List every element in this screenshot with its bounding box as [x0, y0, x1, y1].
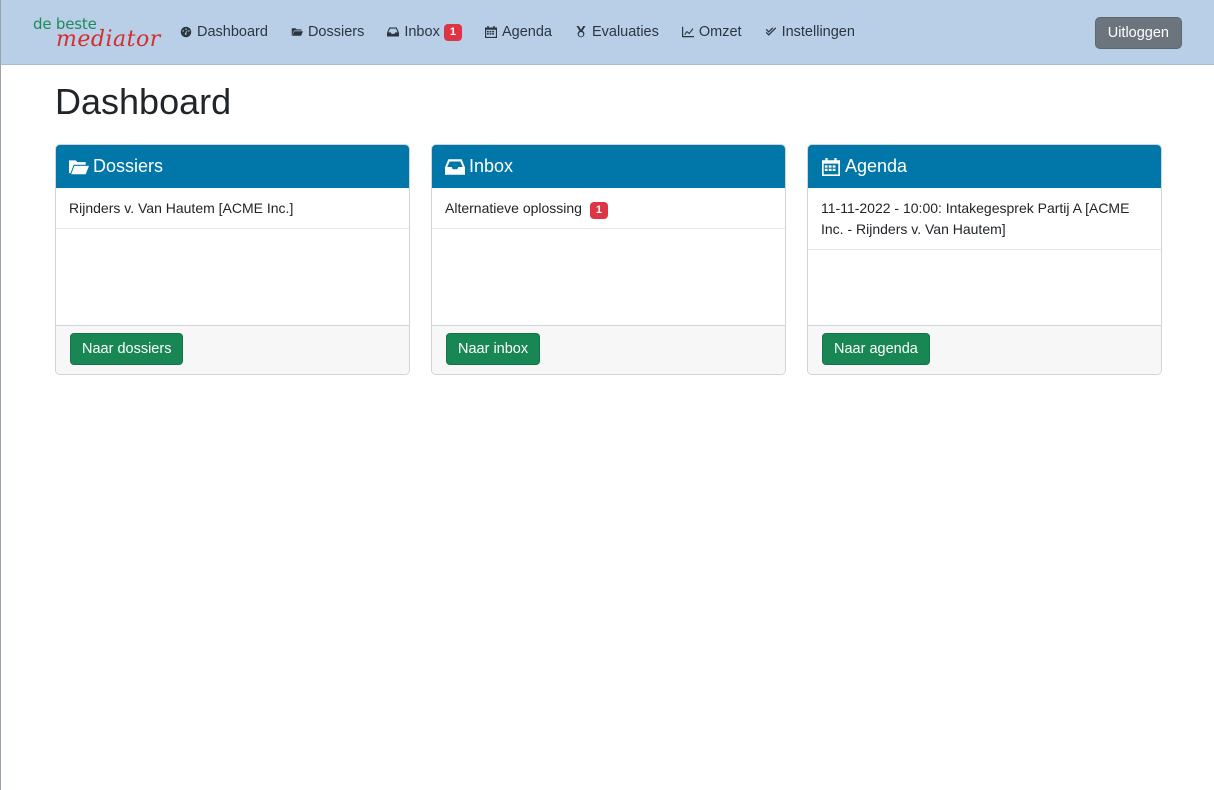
- agenda-list-item[interactable]: 11-11-2022 - 10:00: Intakegesprek Partij…: [808, 188, 1161, 250]
- inbox-card-header: Inbox: [432, 145, 785, 188]
- nav-agenda-label: Agenda: [501, 24, 552, 40]
- nav-dashboard-label: Dashboard: [197, 24, 268, 40]
- inbox-item-unread-badge: 1: [589, 202, 608, 219]
- dossiers-card-header: Dossiers: [56, 145, 409, 188]
- inbox-item-subject: Alternatieve oplossing: [445, 200, 582, 216]
- nav-dossiers[interactable]: Dossiers: [291, 24, 364, 40]
- nav-instellingen[interactable]: Instellingen: [765, 24, 855, 40]
- inbox-card: Inbox Alternatieve oplossing 1 Naar inbo…: [431, 144, 786, 375]
- inbox-list: Alternatieve oplossing 1: [432, 188, 785, 326]
- folder-open-icon: [291, 28, 303, 36]
- check-double-icon: [765, 27, 776, 36]
- inbox-icon: [445, 158, 465, 175]
- folder-open-icon: [69, 159, 89, 174]
- dossiers-card-title: Dossiers: [93, 156, 164, 176]
- nav-dossiers-label: Dossiers: [307, 24, 365, 40]
- inbox-list-item[interactable]: Alternatieve oplossing 1: [432, 188, 785, 229]
- calendar-icon: [822, 157, 840, 176]
- gauge-icon: [180, 26, 192, 38]
- nav-omzet-label: Omzet: [698, 24, 742, 40]
- agenda-card: Agenda 11-11-2022 - 10:00: Intakegesprek…: [807, 144, 1162, 375]
- to-dossiers-button[interactable]: Naar dossiers: [70, 333, 184, 365]
- agenda-card-title: Agenda: [845, 156, 908, 176]
- page-title: Dashboard: [55, 81, 232, 122]
- agenda-list: 11-11-2022 - 10:00: Intakegesprek Partij…: [808, 188, 1161, 326]
- brand-logo-bottom: mediator: [56, 27, 161, 52]
- nav-dashboard[interactable]: Dashboard: [180, 24, 268, 40]
- inbox-card-footer: Naar inbox: [432, 325, 785, 374]
- agenda-card-footer: Naar agenda: [808, 325, 1161, 374]
- nav-omzet[interactable]: Omzet: [681, 24, 742, 40]
- dossier-list-item[interactable]: Rijnders v. Van Hautem [ACME Inc.]: [56, 188, 409, 229]
- nav-evaluaties[interactable]: Evaluaties: [575, 24, 659, 40]
- nav-instellingen-label: Instellingen: [781, 24, 855, 40]
- dossiers-card: Dossiers Rijnders v. Van Hautem [ACME In…: [55, 144, 410, 375]
- nav-inbox-label: Inbox: [404, 24, 440, 40]
- calendar-icon: [484, 26, 497, 38]
- nav-inbox[interactable]: Inbox 1: [387, 23, 462, 41]
- main-nav: Dashboard Dossiers Inbox 1 Agenda Evalua…: [180, 0, 878, 64]
- top-navbar: de beste mediator Dashboard Dossiers Inb…: [1, 0, 1214, 65]
- inbox-card-title: Inbox: [469, 156, 514, 176]
- medal-icon: [576, 26, 586, 38]
- dossiers-list: Rijnders v. Van Hautem [ACME Inc.]: [56, 188, 409, 326]
- dossiers-card-footer: Naar dossiers: [56, 325, 409, 374]
- brand-logo[interactable]: de beste mediator: [32, 12, 168, 52]
- nav-evaluaties-label: Evaluaties: [591, 24, 659, 40]
- nav-agenda[interactable]: Agenda: [484, 24, 552, 40]
- line-chart-icon: [681, 26, 694, 38]
- agenda-card-header: Agenda: [808, 145, 1161, 188]
- inbox-icon: [387, 27, 400, 37]
- inbox-count-badge: 1: [443, 23, 462, 41]
- logout-button[interactable]: Uitloggen: [1094, 17, 1182, 49]
- to-agenda-button[interactable]: Naar agenda: [822, 333, 930, 365]
- to-inbox-button[interactable]: Naar inbox: [446, 333, 541, 365]
